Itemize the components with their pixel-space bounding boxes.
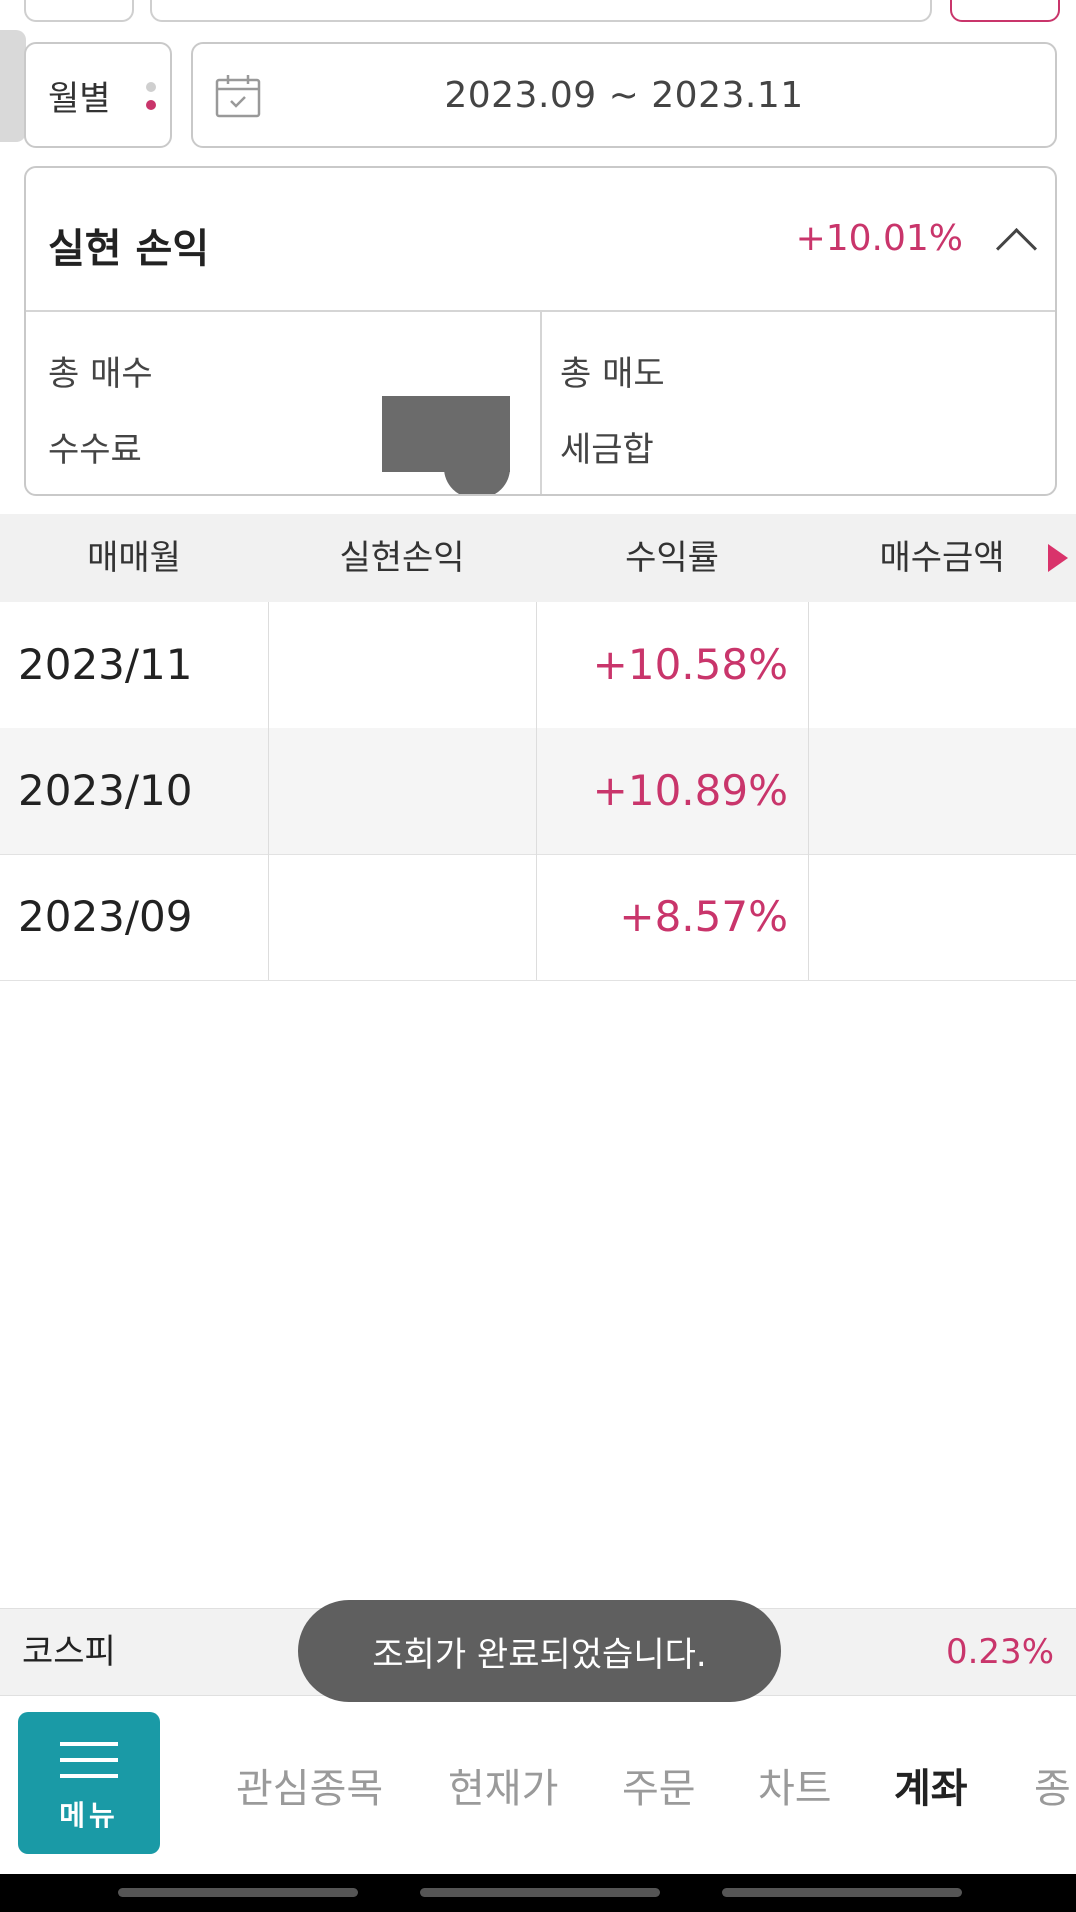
total-buy-label: 총 매수 (48, 354, 153, 394)
date-range-text: 2023.09 ~ 2023.11 (444, 74, 804, 116)
side-drawer-handle[interactable] (0, 30, 26, 142)
redaction-mask (444, 468, 510, 494)
col-header-buy-amount[interactable]: 매수금액 (808, 514, 1076, 602)
nav-order[interactable]: 주문 (622, 1756, 696, 1814)
table-row[interactable]: 2023/09 +8.57% (0, 854, 1076, 981)
index-change: 0.23% (945, 1632, 1054, 1672)
system-nav-bar (0, 1874, 1076, 1912)
nav-chart[interactable]: 차트 (758, 1756, 832, 1814)
table-row[interactable]: 2023/10 +10.89% (0, 728, 1076, 855)
column-divider (268, 602, 269, 980)
column-divider (808, 602, 809, 980)
toast-message: 조회가 완료되었습니다. (298, 1600, 781, 1702)
menu-label: 메뉴 (59, 1799, 119, 1832)
summary-rate: +10.01% (795, 218, 963, 259)
top-right-stub[interactable] (950, 0, 1060, 22)
period-type-select[interactable]: 월별 (24, 42, 172, 148)
table-header: 매매월 실현손익 수익률 매수금액 (0, 514, 1076, 602)
top-left-stub[interactable] (24, 0, 134, 22)
summary-title: 실현 손익 (48, 226, 210, 272)
top-search-stub[interactable] (150, 0, 932, 22)
recent-apps-pill[interactable] (118, 1888, 358, 1897)
table-row[interactable]: 2023/11 +10.58% (0, 602, 1076, 729)
fee-label: 수수료 (48, 430, 142, 470)
date-range-picker[interactable]: 2023.09 ~ 2023.11 (191, 42, 1057, 148)
scroll-right-arrow-icon[interactable] (1048, 544, 1068, 572)
nav-watchlist[interactable]: 관심종목 (236, 1756, 383, 1814)
tax-label: 세금합 (560, 430, 654, 470)
toast-text: 조회가 완료되었습니다. (372, 1634, 707, 1675)
row-month: 2023/11 (18, 640, 193, 689)
total-sell-label: 총 매도 (560, 354, 665, 394)
redaction-mask (382, 396, 510, 472)
row-month: 2023/09 (18, 892, 193, 941)
summary-header[interactable]: 실현 손익 +10.01% (26, 168, 1055, 312)
col-header-month[interactable]: 매매월 (0, 514, 268, 602)
row-rate: +10.89% (592, 766, 788, 815)
col-header-return-rate[interactable]: 수익률 (536, 514, 808, 602)
row-rate: +10.58% (592, 640, 788, 689)
index-name: 코스피 (22, 1632, 116, 1672)
period-type-label: 월별 (48, 78, 111, 119)
nav-current-price[interactable]: 현재가 (448, 1756, 558, 1814)
column-divider (536, 602, 537, 980)
home-pill[interactable] (420, 1888, 660, 1897)
row-month: 2023/10 (18, 766, 193, 815)
more-dots-icon (146, 82, 156, 118)
menu-button[interactable]: 메뉴 (18, 1712, 160, 1854)
row-rate: +8.57% (619, 892, 788, 941)
summary-divider (540, 310, 542, 494)
back-pill[interactable] (722, 1888, 962, 1897)
nav-account[interactable]: 계좌 (894, 1756, 968, 1814)
realized-pl-summary: 실현 손익 +10.01% 총 매수 수수료 총 매도 세금합 (24, 166, 1057, 496)
nav-more-partial[interactable]: 종 (1034, 1756, 1071, 1814)
chevron-up-icon[interactable] (995, 227, 1038, 270)
col-header-realized-pl[interactable]: 실현손익 (268, 514, 536, 602)
